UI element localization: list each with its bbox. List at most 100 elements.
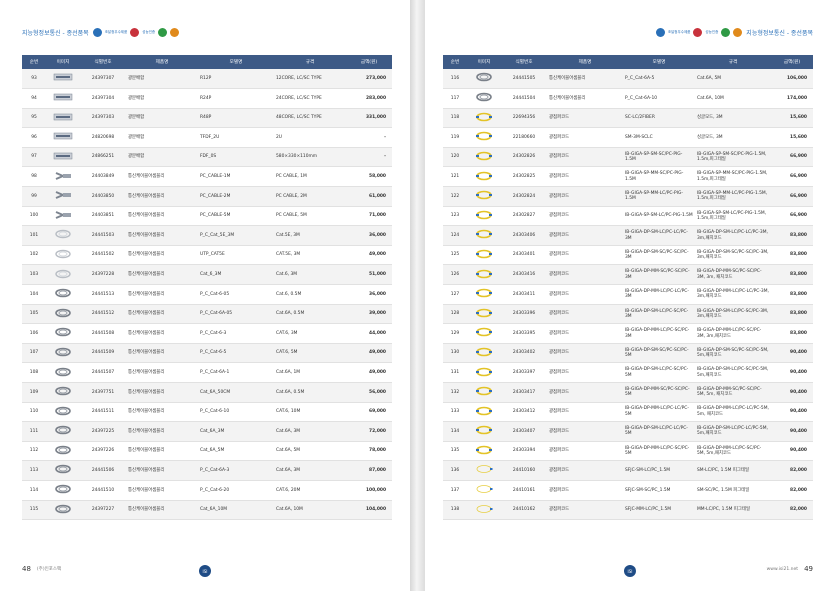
product-name: 광분배함 xyxy=(126,147,198,168)
product-name: 통신케이블어셈블리 xyxy=(126,225,198,246)
column-header: 규격 xyxy=(274,55,346,69)
page-footer: www.isi21.net 49 xyxy=(767,565,813,573)
price: 49,000 xyxy=(346,245,392,266)
spec: PC CABLE, 5M xyxy=(274,206,346,227)
row-number: 131 xyxy=(443,362,467,383)
item-code: 22180660 xyxy=(501,127,547,148)
product-name: 통신케이블어셈블리 xyxy=(126,206,198,227)
price: 83,800 xyxy=(771,323,813,344)
row-number: 136 xyxy=(443,460,467,481)
product-name: 광점퍼코드 xyxy=(547,108,623,129)
product-name: 통신케이블어셈블리 xyxy=(126,480,198,501)
price: 106,000 xyxy=(771,69,813,90)
spec: 2U xyxy=(274,127,346,148)
item-code: 24441503 xyxy=(80,225,126,246)
spec: 580×330×110mm xyxy=(274,147,346,168)
model-name: FDF_0S xyxy=(198,147,274,168)
model-name: PC_CABLE-1M xyxy=(198,166,274,188)
row-number: 107 xyxy=(22,343,46,364)
product-name: 통신케이블어셈블리 xyxy=(126,166,198,188)
gray-coil-thumbnail-icon xyxy=(55,406,71,415)
item-code: 24441502 xyxy=(80,245,126,266)
gray-coil-thumbnail-icon xyxy=(55,445,71,455)
column-header: 모델명 xyxy=(198,55,274,69)
price: - xyxy=(346,147,392,168)
product-name: 광점퍼코드 xyxy=(547,186,623,207)
item-code: 24397307 xyxy=(80,69,126,90)
green-logo-icon xyxy=(721,27,731,37)
price: 82,000 xyxy=(771,460,813,481)
model-name: P_C_Cat-6A-05 xyxy=(198,304,274,325)
product-name: 광점퍼코드 xyxy=(547,460,623,481)
model-name: IB-GIGA-DP-MM-LC/PC-LC/PC-5M xyxy=(623,402,695,423)
yellow-thin-thumbnail-icon xyxy=(476,485,493,493)
product-image xyxy=(46,441,80,462)
table-row: 121 24302825 광점퍼코드 IB-GIGA-SP-MM-SC/PC-PIG-… xyxy=(443,166,813,188)
product-image xyxy=(46,500,80,521)
model-name: IB-GIGA-SP-MM-LC/PC-PIG-1.5M xyxy=(623,186,695,207)
row-number: 129 xyxy=(443,323,467,344)
item-code: 24303407 xyxy=(501,421,547,442)
product-name: 광분배함 xyxy=(126,127,198,148)
red-blue-logo-icon xyxy=(130,27,140,37)
gray-coil-thumbnail-icon xyxy=(55,328,71,337)
yellow-thin-thumbnail-icon xyxy=(476,504,493,513)
spec: IB-GIGA-DP-MM-LC/PC-SC/PC-5M, 5m,패치코드 xyxy=(695,441,771,462)
yellow-coil-thumbnail-icon xyxy=(476,112,492,122)
yellow-coil-thumbnail-icon xyxy=(476,132,492,141)
product-image xyxy=(467,304,501,325)
item-code: 24303406 xyxy=(501,225,547,246)
product-image xyxy=(467,166,501,188)
item-code: 24441506 xyxy=(80,460,126,481)
price: 90,400 xyxy=(771,382,813,403)
price: 49,000 xyxy=(346,362,392,383)
model-name: IB-GIGA-DP-SM-SC/PC-SC/PC-5M xyxy=(623,343,695,364)
model-name: SM-3M-SCLC xyxy=(623,127,695,148)
row-number: 96 xyxy=(22,127,46,148)
spec: Cat.6A, 1M xyxy=(274,362,346,383)
row-number: 127 xyxy=(443,284,467,305)
column-header: 금액(원) xyxy=(346,55,392,69)
product-name: 광점퍼코드 xyxy=(547,441,623,462)
yellow-coil-thumbnail-icon xyxy=(476,406,492,415)
price: 71,000 xyxy=(346,206,392,227)
price: 331,000 xyxy=(346,108,392,129)
product-image xyxy=(467,460,501,481)
table-row: 125 24303401 광점퍼코드 IB-GIGA-DP-SM-SC/PC-SC/P… xyxy=(443,245,813,266)
spec: Cat.6A, 10M xyxy=(695,88,771,109)
product-image xyxy=(46,166,80,188)
table-row: 133 24303412 광점퍼코드 IB-GIGA-DP-MM-LC/PC-LC/P… xyxy=(443,402,813,423)
product-image xyxy=(467,323,501,344)
gray-coil-thumbnail-icon xyxy=(476,73,492,82)
gray-coil-thumbnail-icon xyxy=(55,484,71,494)
company-name: (주)인포스팩 xyxy=(36,567,62,572)
logo-caption: 성능인증 xyxy=(705,30,719,34)
product-image xyxy=(46,362,80,383)
orange-logo-icon xyxy=(733,27,743,37)
price: 39,000 xyxy=(346,304,392,325)
model-name: P_C_Cat-6A-5 xyxy=(623,69,695,90)
model-name: P_C_Cat-6-10 xyxy=(198,402,274,423)
row-number: 133 xyxy=(443,402,467,423)
price: 90,400 xyxy=(771,421,813,442)
item-code: 24302826 xyxy=(501,147,547,168)
item-code: 24303417 xyxy=(501,382,547,403)
white-coil-thumbnail-icon xyxy=(55,269,71,278)
table-row: 115 24397227 통신케이블어셈블리 Cat_6A_10M Cat.6A, 10… xyxy=(22,500,392,521)
product-image xyxy=(467,362,501,383)
product-image xyxy=(467,500,501,521)
price: 83,800 xyxy=(771,304,813,325)
table-header-row: 순번 이미지 식별번호 제품명 모델명 규격 금액(원) xyxy=(443,55,813,69)
model-name: IB-GIGA-DP-MM-LC/PC-SC/PC-3M xyxy=(623,323,695,344)
rack-thumbnail-icon xyxy=(53,152,73,160)
model-name: R12P xyxy=(198,69,274,90)
row-number: 134 xyxy=(443,421,467,442)
table-row: 105 24441512 통신케이블어셈블리 P_C_Cat-6A-05 Cat.6A,… xyxy=(22,304,392,325)
item-code: 24303396 xyxy=(501,304,547,325)
price: 90,400 xyxy=(771,402,813,423)
gray-coil-thumbnail-icon xyxy=(55,425,71,435)
table-row: 130 24303402 광점퍼코드 IB-GIGA-DP-SM-SC/PC-SC/P… xyxy=(443,343,813,364)
item-code: 24441505 xyxy=(501,69,547,90)
model-name: SFJC-SM-LC/PC_1.5M xyxy=(623,460,695,481)
item-code: 24303397 xyxy=(501,362,547,383)
